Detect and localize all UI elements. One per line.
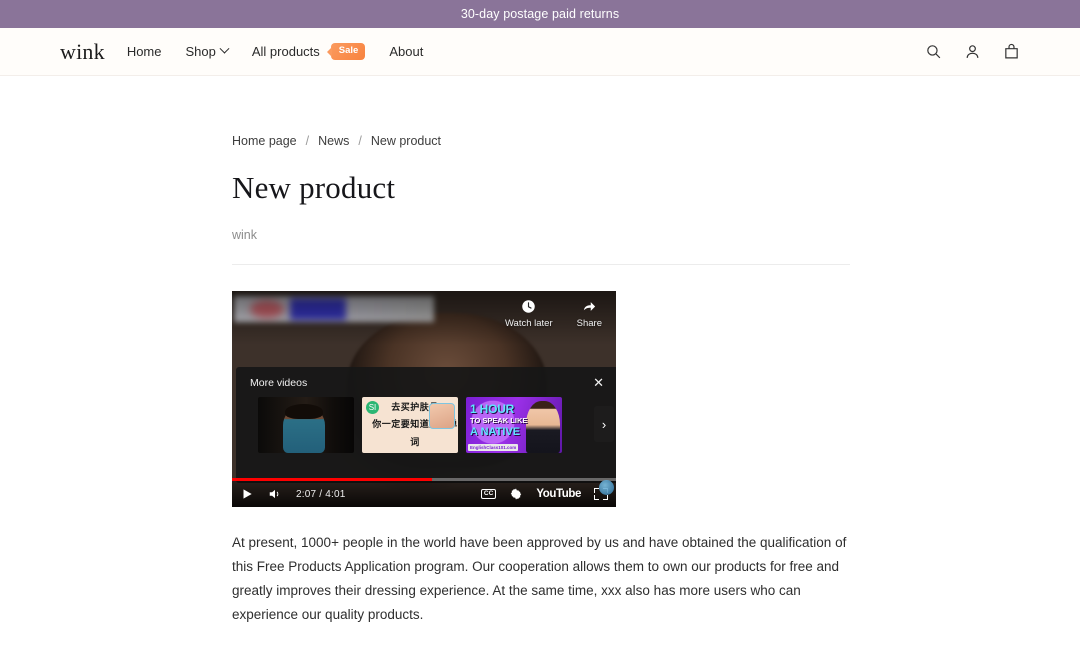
volume-icon xyxy=(269,489,279,499)
cart-icon[interactable] xyxy=(1003,43,1020,60)
nav-item-home[interactable]: Home xyxy=(127,44,162,59)
clock-icon xyxy=(522,300,536,313)
breadcrumb: Home page / News / New product xyxy=(232,134,850,148)
nav-label-home: Home xyxy=(126,44,162,59)
play-button[interactable] xyxy=(240,487,254,501)
channel-avatar[interactable] xyxy=(599,480,614,495)
nav-label-about: About xyxy=(389,44,424,59)
thumbnail-line-2: TO SPEAK LIKE xyxy=(470,416,528,425)
thumbnail-line-1: 1 HOUR xyxy=(470,402,515,416)
play-icon xyxy=(243,489,252,499)
main-nav: Home Shop All products Sale About xyxy=(127,43,423,60)
video-action-group: Watch later Share xyxy=(505,299,602,329)
youtube-logo[interactable]: YouTube xyxy=(536,488,581,500)
thumbnail-presenter xyxy=(526,401,560,453)
thumbnail-badge: SI xyxy=(366,401,379,414)
page-body: Home page / News / New product New produ… xyxy=(0,76,1080,645)
watch-later-button[interactable]: Watch later xyxy=(505,299,553,329)
nav-label-all-products: All products xyxy=(251,44,320,59)
share-arrow-icon xyxy=(583,302,595,311)
breadcrumb-separator: / xyxy=(305,134,310,148)
page-title: New product xyxy=(232,170,396,205)
header-icon-group xyxy=(925,43,1020,60)
video-player[interactable]: Watch later Share More videos ✕ SI 去买护肤品… xyxy=(232,291,616,507)
breadcrumb-item-current: New product xyxy=(370,134,442,148)
nav-label-shop: Shop xyxy=(185,44,216,59)
video-thumbnail-list: SI 去买护肤品 你一定要知道这些单词 1 HOUR TO SPEAK LIKE… xyxy=(236,395,616,453)
breadcrumb-item-news[interactable]: News xyxy=(318,134,349,148)
nav-item-all-products[interactable]: All products Sale xyxy=(251,43,366,60)
fullscreen-corner xyxy=(594,495,599,500)
thumbnail-interview[interactable] xyxy=(258,397,354,453)
share-label: Share xyxy=(576,318,602,329)
control-right-group: CC YouTube xyxy=(480,487,608,501)
chevron-down-icon xyxy=(219,43,230,54)
account-icon[interactable] xyxy=(964,43,981,60)
more-videos-panel: More videos ✕ SI 去买护肤品 你一定要知道这些单词 1 HOUR… xyxy=(236,367,616,483)
nav-item-about[interactable]: About xyxy=(389,44,423,59)
fullscreen-corner xyxy=(603,495,608,500)
thumbnail-skincare-chinese[interactable]: SI 去买护肤品 你一定要知道这些单词 xyxy=(362,397,458,453)
thumbnail-hair xyxy=(284,403,324,420)
breadcrumb-separator: / xyxy=(358,134,362,148)
gear-icon xyxy=(511,488,522,500)
announcement-bar: 30-day postage paid returns xyxy=(0,0,1080,28)
thumbnail-line-3: A NATIVE xyxy=(470,426,521,438)
announcement-text: 30-day postage paid returns xyxy=(460,7,620,21)
thumbnail-site-label: EnglishClass101.com xyxy=(468,444,519,451)
search-icon[interactable] xyxy=(925,43,942,60)
site-logo[interactable]: wink xyxy=(60,39,105,65)
next-thumbnails-button[interactable]: › xyxy=(594,406,614,442)
video-time-display: 2:07 / 4:01 xyxy=(296,488,346,500)
control-row: 2:07 / 4:01 CC YouTube xyxy=(232,481,616,507)
more-videos-label: More videos xyxy=(250,376,308,389)
article-body: At present, 1000+ people in the world ha… xyxy=(232,535,847,623)
nav-item-shop[interactable]: Shop xyxy=(185,43,230,59)
close-icon[interactable]: ✕ xyxy=(593,376,604,389)
watch-later-label: Watch later xyxy=(504,318,553,329)
thumbnail-english-class[interactable]: 1 HOUR TO SPEAK LIKE A NATIVE EnglishCla… xyxy=(466,397,562,453)
video-control-bar: 2:07 / 4:01 CC YouTube xyxy=(232,478,616,507)
captions-button[interactable]: CC xyxy=(480,488,497,500)
site-header: wink Home Shop All products Sale About xyxy=(0,28,1080,76)
article-container: Home page / News / New product New produ… xyxy=(232,134,850,645)
divider xyxy=(232,264,850,265)
volume-button[interactable] xyxy=(268,487,282,501)
sale-badge: Sale xyxy=(330,43,366,60)
breadcrumb-item-home[interactable]: Home page xyxy=(232,134,297,148)
settings-button[interactable] xyxy=(509,487,523,501)
article-author: wink xyxy=(232,228,258,242)
more-videos-header: More videos ✕ xyxy=(236,367,616,395)
thumbnail-face xyxy=(429,403,455,429)
share-button[interactable]: Share xyxy=(577,299,602,329)
